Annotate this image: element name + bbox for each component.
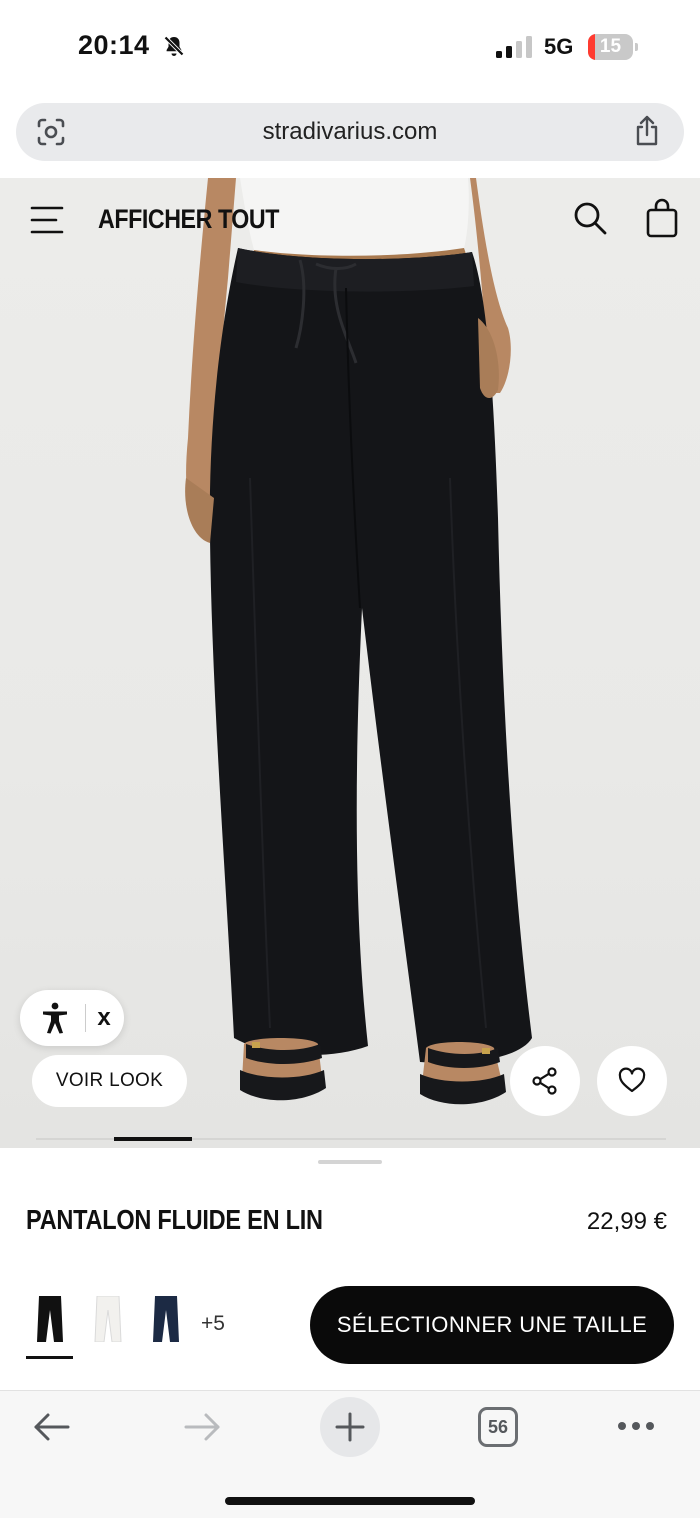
swatch-shape <box>94 1296 122 1342</box>
product-price: 22,99 € <box>586 1208 667 1235</box>
share-icon <box>532 1067 557 1095</box>
product-name: PANTALON FLUIDE EN LIN <box>26 1204 323 1235</box>
color-swatch-navy[interactable] <box>151 1296 181 1342</box>
favorite-button[interactable] <box>597 1046 667 1116</box>
bell-muted-icon <box>164 36 184 56</box>
search-icon[interactable] <box>572 200 608 236</box>
share-icon[interactable] <box>632 115 662 147</box>
address-bar[interactable]: stradivarius.com <box>16 103 684 161</box>
accessibility-close-button[interactable]: x <box>92 1003 116 1033</box>
bag-icon[interactable] <box>644 198 680 238</box>
lens-icon[interactable] <box>36 117 66 147</box>
accessibility-icon[interactable] <box>40 1002 70 1034</box>
forward-arrow-icon[interactable] <box>182 1409 222 1445</box>
gallery-progress-thumb <box>114 1137 192 1141</box>
product-sheet: PANTALON FLUIDE EN LIN 22,99 € +5 SÉLECT… <box>0 1148 700 1390</box>
signal-icon <box>496 36 532 58</box>
url-text[interactable]: stradivarius.com <box>16 103 684 161</box>
status-time: 20:14 <box>78 30 150 60</box>
share-button[interactable] <box>510 1046 580 1116</box>
swatch-shape <box>37 1296 63 1342</box>
color-swatch-white[interactable] <box>93 1296 123 1342</box>
new-tab-button[interactable] <box>320 1397 380 1457</box>
color-swatch-black[interactable] <box>35 1296 65 1342</box>
category-title[interactable]: AFFICHER TOUT <box>98 204 279 235</box>
status-bar: 20:14 5G 15 <box>0 0 700 95</box>
battery-level: 15 <box>599 36 622 57</box>
more-colors-count[interactable]: +5 <box>201 1312 225 1336</box>
accessibility-widget[interactable]: x <box>20 990 124 1046</box>
site-header: AFFICHER TOUT <box>0 178 700 262</box>
more-icon[interactable] <box>616 1419 656 1433</box>
swatch-shape <box>153 1296 179 1342</box>
heart-icon <box>618 1067 646 1093</box>
select-size-button[interactable]: SÉLECTIONNER UNE TAILLE <box>310 1286 674 1364</box>
voir-look-button[interactable]: VOIR LOOK <box>32 1055 187 1107</box>
selected-swatch-indicator <box>26 1356 73 1359</box>
battery-icon: 15 <box>588 34 638 60</box>
network-label: 5G <box>544 34 574 59</box>
plus-icon <box>335 1412 365 1442</box>
back-arrow-icon[interactable] <box>32 1409 72 1445</box>
menu-icon[interactable] <box>30 204 64 236</box>
browser-toolbar: 56 <box>0 1390 700 1518</box>
home-indicator[interactable] <box>225 1497 475 1505</box>
sheet-handle[interactable] <box>318 1160 382 1164</box>
gallery-progress <box>36 1137 666 1141</box>
tabs-icon[interactable]: 56 <box>478 1407 518 1447</box>
